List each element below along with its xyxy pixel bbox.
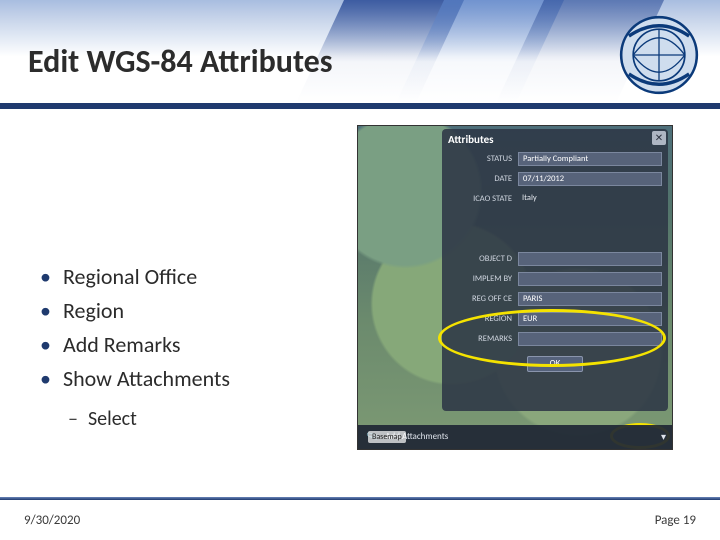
highlight-ellipse [438, 309, 666, 367]
implemby-label: IMPLEM BY [448, 274, 518, 284]
field-row-regoffice: REG OFF CE PARIS [448, 290, 662, 308]
chevron-down-icon: ▾ [661, 425, 666, 449]
field-row-state: ICAO STATE Italy [448, 190, 662, 208]
attributes-panel: Attributes ✕ STATUS Partially Compliant … [442, 129, 668, 411]
basemap-toggle[interactable]: Basemap [368, 431, 406, 443]
list-item: Regional Office [40, 260, 340, 294]
page-title: Edit WGS-84 Attributes [28, 42, 333, 81]
list-item: Region [40, 294, 340, 328]
footer-date: 9/30/2020 [24, 513, 80, 528]
embedded-screenshot: Attributes ✕ STATUS Partially Compliant … [357, 125, 673, 450]
header-banner: Edit WGS-84 Attributes [0, 0, 720, 103]
icao-state-value: Italy [518, 192, 662, 206]
list-sub-item: Select [68, 404, 340, 435]
regoffice-label: REG OFF CE [448, 294, 518, 304]
objectid-input[interactable] [518, 252, 662, 266]
list-item: Show Attachments [40, 362, 340, 396]
icao-logo-icon [616, 12, 702, 98]
date-input[interactable]: 07/11/2012 [518, 172, 662, 186]
close-icon[interactable]: ✕ [652, 131, 666, 145]
field-row-objectid: OBJECT D [448, 250, 662, 268]
slide-root: Edit WGS-84 Attributes Regional Office R… [0, 0, 720, 540]
status-select[interactable]: Partially Compliant [518, 152, 662, 166]
list-item: Add Remarks [40, 328, 340, 362]
regoffice-input[interactable]: PARIS [518, 292, 662, 306]
footer-divider [0, 497, 720, 500]
field-row-implemby: IMPLEM BY [448, 270, 662, 288]
panel-title: Attributes [448, 133, 662, 146]
field-row-status: STATUS Partially Compliant [448, 150, 662, 168]
objectid-label: OBJECT D [448, 254, 518, 264]
field-row-date: DATE 07/11/2012 [448, 170, 662, 188]
header-divider [0, 103, 720, 109]
footer-page: Page 19 [655, 513, 696, 528]
date-label: DATE [448, 174, 518, 184]
implemby-input[interactable] [518, 272, 662, 286]
status-label: STATUS [448, 154, 518, 164]
bullet-list: Regional Office Region Add Remarks Show … [40, 260, 340, 435]
icao-state-label: ICAO STATE [448, 194, 518, 204]
